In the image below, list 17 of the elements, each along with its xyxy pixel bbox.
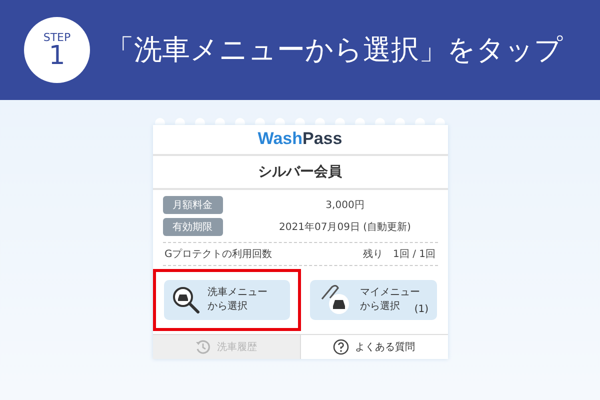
car-search-icon [172, 286, 200, 314]
info-label: 有効期限 [162, 218, 222, 236]
usage-label: Gプロテクトの利用回数 [164, 248, 272, 262]
step-label: STEP [43, 32, 71, 42]
info-label: 月額料金 [162, 196, 222, 214]
info-value: 2021年07月09日 (自動更新) [278, 220, 412, 234]
info-value: 3,000円 [324, 199, 366, 212]
plan-title: シルバー会員 [152, 156, 448, 190]
menu-button[interactable]: マイメニュー から選択 (1) [310, 280, 436, 320]
step-title: 「洗車メニューから選択」をタップ [106, 32, 563, 68]
logo: WashPass [152, 125, 448, 156]
usage-value: 残り 1回 / 1回 [363, 248, 436, 262]
step-number: 1 [48, 42, 66, 68]
menu-button[interactable]: 洗車メニュー から選択 [164, 280, 290, 320]
history-icon [195, 339, 211, 356]
question-icon [333, 339, 349, 356]
footer-tab[interactable]: よくある質問 [300, 335, 448, 359]
